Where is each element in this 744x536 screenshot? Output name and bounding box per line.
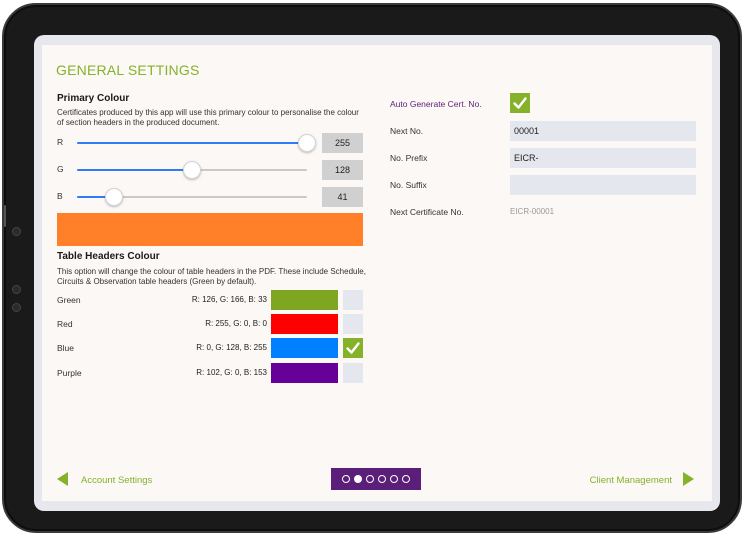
red-value-field[interactable]: 255 [322, 133, 363, 153]
account-settings-link[interactable]: Account Settings [81, 475, 152, 486]
forward-arrow-icon[interactable] [683, 472, 694, 486]
red-swatch[interactable] [271, 314, 338, 334]
header-option-name: Green [57, 295, 81, 305]
primary-colour-heading: Primary Colour [57, 93, 130, 104]
red-slider[interactable] [77, 134, 316, 152]
blue-value-field[interactable]: 41 [322, 187, 363, 207]
front-camera [12, 227, 21, 236]
green-slider[interactable] [77, 161, 307, 179]
prefix-field[interactable]: EICR- [510, 148, 696, 168]
green-swatch[interactable] [271, 290, 338, 310]
tablet-frame: GENERAL SETTINGS Primary Colour Certific… [2, 3, 742, 533]
header-option-rgb: R: 255, G: 0, B: 0 [205, 319, 267, 328]
header-option-name: Red [57, 319, 73, 329]
header-option-name: Blue [57, 343, 75, 353]
table-headers-heading: Table Headers Colour [57, 251, 160, 262]
header-option-name: Purple [57, 368, 82, 378]
next-cert-label: Next Certificate No. [390, 207, 464, 217]
blue-slider-thumb[interactable] [105, 188, 124, 206]
page-dot[interactable] [342, 475, 350, 483]
back-arrow-icon[interactable] [57, 472, 68, 486]
client-management-link[interactable]: Client Management [590, 475, 672, 486]
header-option-rgb: R: 102, G: 0, B: 153 [196, 368, 267, 377]
header-option-blue[interactable]: Blue R: 0, G: 128, B: 255 [57, 338, 363, 358]
suffix-field[interactable] [510, 175, 696, 195]
sensor-dot [12, 285, 21, 294]
next-no-label: Next No. [390, 126, 424, 136]
red-slider-fill [77, 142, 307, 144]
header-option-rgb: R: 126, G: 166, B: 33 [191, 295, 267, 304]
settings-panel: GENERAL SETTINGS Primary Colour Certific… [42, 45, 712, 501]
blue-select-checkbox[interactable] [343, 338, 363, 358]
checkmark-icon [346, 342, 360, 354]
page-dot[interactable] [378, 475, 386, 483]
page-dot[interactable] [402, 475, 410, 483]
page-dot[interactable] [366, 475, 374, 483]
red-slider-thumb[interactable] [298, 134, 316, 152]
header-option-green[interactable]: Green R: 126, G: 166, B: 33 [57, 290, 363, 310]
header-option-rgb: R: 0, G: 128, B: 255 [196, 343, 267, 352]
blue-swatch[interactable] [271, 338, 338, 358]
suffix-label: No. Suffix [390, 180, 427, 190]
green-value-field[interactable]: 128 [322, 160, 363, 180]
page-dot[interactable] [354, 475, 362, 483]
auto-generate-checkbox[interactable] [510, 93, 530, 113]
page-indicator[interactable] [331, 468, 421, 490]
volume-button [4, 205, 6, 227]
green-slider-fill [77, 169, 193, 171]
blue-channel-label: B [57, 191, 63, 201]
page-title: GENERAL SETTINGS [56, 62, 200, 78]
app-screen: GENERAL SETTINGS Primary Colour Certific… [34, 35, 720, 511]
checkmark-icon [513, 97, 527, 109]
sensor-dot [12, 303, 21, 312]
purple-select-checkbox[interactable] [343, 363, 363, 383]
red-channel-row: R 255 [57, 133, 363, 153]
table-headers-description: This option will change the colour of ta… [57, 267, 366, 286]
purple-swatch[interactable] [271, 363, 338, 383]
red-select-checkbox[interactable] [343, 314, 363, 334]
next-no-field[interactable]: 00001 [510, 121, 696, 141]
red-channel-label: R [57, 137, 64, 147]
blue-slider[interactable] [77, 188, 307, 206]
next-cert-value: EICR-00001 [510, 207, 555, 216]
primary-colour-description: Certificates produced by this app will u… [57, 108, 359, 127]
auto-generate-label: Auto Generate Cert. No. [390, 99, 482, 109]
prefix-label: No. Prefix [390, 153, 428, 163]
green-channel-label: G [57, 164, 64, 174]
header-option-red[interactable]: Red R: 255, G: 0, B: 0 [57, 314, 363, 334]
header-option-purple[interactable]: Purple R: 102, G: 0, B: 153 [57, 363, 363, 383]
green-select-checkbox[interactable] [343, 290, 363, 310]
green-channel-row: G 128 [57, 160, 363, 180]
page-dot[interactable] [390, 475, 398, 483]
green-slider-thumb[interactable] [183, 161, 202, 179]
primary-colour-preview [57, 213, 363, 246]
blue-channel-row: B 41 [57, 187, 363, 207]
